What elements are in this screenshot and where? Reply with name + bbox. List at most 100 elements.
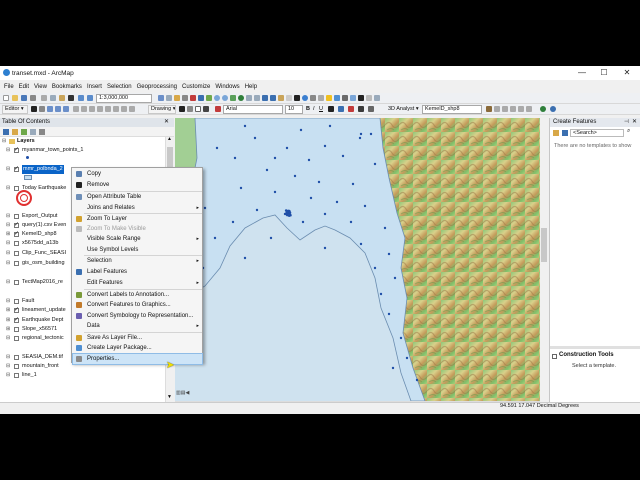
font-icon[interactable]: [215, 106, 221, 112]
layer-visibility-checkbox[interactable]: [14, 251, 19, 256]
menu-item-open-attribute-table[interactable]: Open Attribute Table: [73, 192, 202, 202]
layer-visibility-checkbox[interactable]: [14, 336, 19, 341]
shadow-icon[interactable]: [368, 106, 374, 112]
open-icon[interactable]: [12, 95, 18, 101]
rotate-icon[interactable]: [105, 106, 111, 112]
layer-visibility-checkbox[interactable]: [14, 364, 19, 369]
menu-windows[interactable]: Windows: [215, 84, 239, 90]
interpolate-point-icon[interactable]: [510, 106, 516, 112]
toc-layer-label[interactable]: Today Earthquake: [22, 184, 66, 193]
attributes-icon[interactable]: [113, 106, 119, 112]
list-by-source-icon[interactable]: [12, 129, 18, 135]
menu-selection[interactable]: Selection: [107, 84, 132, 90]
menu-item-label-features[interactable]: Label Features: [73, 267, 202, 277]
measure-icon[interactable]: [318, 95, 324, 101]
menu-item-edit-features[interactable]: Edit Features ▸: [73, 278, 202, 288]
toc-layer-label[interactable]: Clip_Func_SEASI: [22, 249, 66, 258]
maximize-button[interactable]: ☐: [597, 68, 611, 78]
layer-visibility-checkbox[interactable]: [14, 327, 19, 332]
toc-layer-label[interactable]: gis_osm_building: [22, 259, 65, 268]
menu-geoprocessing[interactable]: Geoprocessing: [137, 84, 177, 90]
layer-visibility-checkbox[interactable]: [14, 280, 19, 285]
layer-visibility-checkbox[interactable]: [14, 355, 19, 360]
editor-toolbar-icon[interactable]: [158, 95, 164, 101]
menu-item-copy[interactable]: Copy: [73, 169, 202, 179]
toc-layer-label[interactable]: Export_Output: [22, 212, 57, 221]
menu-customize[interactable]: Customize: [182, 84, 210, 90]
marker-color-icon[interactable]: [358, 106, 364, 112]
identify-icon[interactable]: [302, 95, 308, 101]
arcglobe-icon[interactable]: [550, 106, 556, 112]
layer-visibility-checkbox[interactable]: [14, 306, 19, 315]
pan-icon[interactable]: [230, 95, 236, 101]
menu-item-data[interactable]: Data ▸: [73, 321, 202, 331]
contour-icon[interactable]: [486, 106, 492, 112]
catalog-icon[interactable]: [174, 95, 180, 101]
paste-icon[interactable]: [59, 95, 65, 101]
layer-visibility-checkbox[interactable]: [14, 214, 19, 219]
fixed-zoom-in-icon[interactable]: [246, 95, 252, 101]
create-features-pin-icon[interactable]: ⊣: [624, 119, 629, 125]
menu-item-create-layer-package[interactable]: Create Layer Package...: [73, 343, 202, 353]
toc-layer-label[interactable]: TectMap2016_re: [22, 278, 63, 287]
reshape-icon[interactable]: [81, 106, 87, 112]
zoom-in-icon[interactable]: [214, 95, 220, 101]
back-extent-icon[interactable]: [262, 95, 268, 101]
cut-polygons-icon[interactable]: [89, 106, 95, 112]
menu-item-joins-and-relates[interactable]: Joins and Relates ▸: [73, 203, 202, 213]
menu-help[interactable]: Help: [245, 84, 257, 90]
toc-layer-label[interactable]: line_1: [22, 371, 37, 380]
draw-text-icon[interactable]: [203, 106, 209, 112]
toc-layer-label[interactable]: x5675dd_a13b: [22, 239, 58, 248]
map-scale-select[interactable]: 1:3,000,000: [96, 94, 152, 103]
toc-layer-label[interactable]: regional_tectonic: [22, 334, 64, 343]
profile-graph-icon[interactable]: [526, 106, 532, 112]
cut-icon[interactable]: [41, 95, 47, 101]
layer-visibility-checkbox[interactable]: [14, 146, 19, 155]
collapse-icon[interactable]: ⊟: [6, 184, 10, 193]
menu-item-zoom-to-make-visible[interactable]: Zoom To Make Visible: [73, 224, 202, 234]
layer-visibility-checkbox[interactable]: [14, 261, 19, 266]
fixed-zoom-out-icon[interactable]: [254, 95, 260, 101]
toc-layer-label[interactable]: lineament_update: [22, 306, 66, 315]
font-color-icon[interactable]: [328, 106, 334, 112]
list-by-drawing-order-icon[interactable]: [3, 129, 9, 135]
underline-button[interactable]: U: [319, 106, 323, 112]
expand-icon[interactable]: ⊞: [6, 325, 10, 334]
expand-icon[interactable]: ⊞: [6, 230, 10, 239]
collapse-icon[interactable]: ⊟: [6, 297, 10, 306]
create-features-icon[interactable]: [129, 106, 135, 112]
end-point-arc-icon[interactable]: [55, 106, 61, 112]
straight-segment-icon[interactable]: [47, 106, 53, 112]
table-of-contents-icon[interactable]: [166, 95, 172, 101]
toc-layer-label[interactable]: mountain_front: [22, 362, 59, 371]
close-button[interactable]: ✕: [620, 68, 634, 78]
menu-item-properties[interactable]: Properties...: [72, 353, 203, 365]
select-features-icon[interactable]: [278, 95, 284, 101]
menu-file[interactable]: File: [4, 84, 14, 90]
edit-tool-icon[interactable]: [31, 106, 37, 112]
fill-color-icon[interactable]: [338, 106, 344, 112]
open-time-icon[interactable]: [366, 95, 372, 101]
toc-layer-label[interactable]: myanmar_town_points_1: [22, 146, 83, 155]
menu-edit[interactable]: Edit: [19, 84, 29, 90]
collapse-icon[interactable]: ⊟: [6, 334, 10, 343]
arctoolbox-icon[interactable]: [190, 95, 196, 101]
search-window-icon[interactable]: [182, 95, 188, 101]
draw-rotate-icon[interactable]: [187, 106, 193, 112]
toc-layer-label[interactable]: query(1).csv Even: [22, 221, 66, 230]
menu-item-convert-features-to-graphics[interactable]: Convert Features to Graphics...: [73, 300, 202, 310]
menu-insert[interactable]: Insert: [87, 84, 102, 90]
menu-item-convert-labels-to-annotation[interactable]: Convert Labels to Annotation...: [73, 290, 202, 300]
bold-button[interactable]: B: [306, 106, 310, 112]
toc-layer-label[interactable]: SEASIA_DEM.tif: [22, 353, 63, 362]
time-slider-icon[interactable]: [342, 95, 348, 101]
create-viewer-icon[interactable]: [350, 95, 356, 101]
layer-visibility-checkbox[interactable]: [14, 373, 19, 378]
collapse-icon[interactable]: ⊟: [6, 362, 10, 371]
3d-analyst-menu[interactable]: 3D Analyst ▾: [388, 106, 419, 112]
toc-layer-label[interactable]: Slope_x56571: [22, 325, 57, 334]
go-to-xy-icon[interactable]: [358, 95, 364, 101]
find-icon[interactable]: [310, 95, 316, 101]
layer-visibility-checkbox[interactable]: [14, 230, 19, 239]
